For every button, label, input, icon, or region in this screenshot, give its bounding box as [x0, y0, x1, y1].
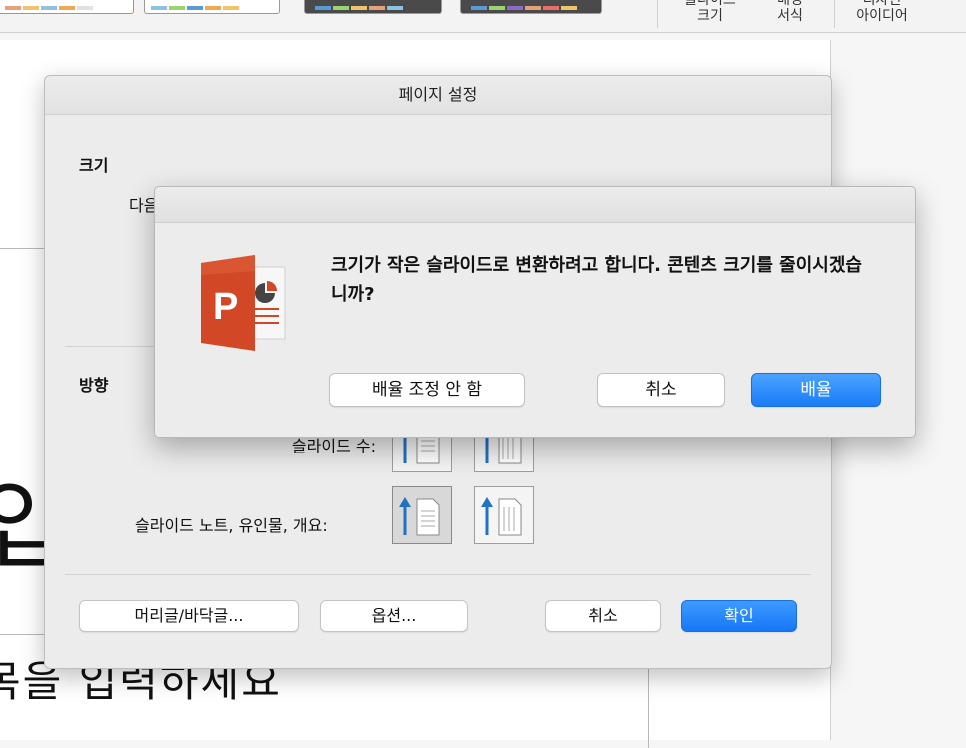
slide-size-label: 크기 — [697, 8, 723, 24]
notes-orientation-label: 슬라이드 노트, 유인물, 개요: — [135, 516, 328, 535]
theme-thumbnail[interactable] — [144, 0, 280, 14]
format-background-label-line1: 배경 — [777, 0, 803, 8]
landscape-orientation-icon — [481, 497, 522, 536]
format-background-label: 서식 — [777, 8, 803, 24]
size-heading: 크기 — [79, 156, 109, 175]
alert-titlebar — [155, 187, 915, 223]
notes-landscape-button[interactable] — [474, 486, 534, 544]
orientation-heading: 방향 — [79, 376, 109, 395]
format-background-button[interactable]: 배경 서식 — [762, 0, 818, 24]
ribbon: 슬라이드 크기 배경 서식 디자인 아이디어 — [0, 0, 966, 33]
ribbon-separator — [657, 0, 658, 28]
ribbon-separator — [834, 0, 835, 28]
header-footer-button[interactable]: 머리글/바닥글... — [79, 600, 299, 632]
design-ideas-button[interactable]: 디자인 아이디어 — [842, 0, 922, 24]
design-ideas-label-line1: 디자인 — [862, 0, 902, 8]
slide-size-label-line1: 슬라이드 — [684, 0, 736, 8]
portrait-orientation-icon — [399, 497, 440, 536]
design-ideas-label: 아이디어 — [856, 8, 908, 24]
alert-message: 크기가 작은 슬라이드로 변환하려고 합니다. 콘텐츠 크기를 줄이시겠습니까? — [331, 255, 862, 305]
theme-thumbnail[interactable] — [460, 0, 602, 14]
scale-content-alert: P 크기가 작은 슬라이드로 변환하려고 합니다. 콘텐츠 크기를 줄이시겠습니… — [154, 186, 916, 438]
options-button[interactable]: 옵션... — [320, 600, 468, 632]
alert-cancel-button[interactable]: 취소 — [597, 373, 725, 407]
page-setup-title: 페이지 설정 — [45, 76, 831, 115]
page-setup-ok-button[interactable]: 확인 — [681, 600, 797, 632]
powerpoint-app-icon: P — [199, 253, 299, 353]
slide-size-button[interactable]: 슬라이드 크기 — [678, 0, 742, 24]
scale-button[interactable]: 배율 — [751, 373, 881, 407]
notes-portrait-button[interactable] — [392, 486, 452, 544]
dont-scale-button[interactable]: 배율 조정 안 함 — [329, 373, 525, 407]
section-separator — [65, 574, 811, 575]
theme-thumbnail[interactable] — [0, 0, 134, 14]
page-setup-cancel-button[interactable]: 취소 — [545, 600, 661, 632]
theme-thumbnail[interactable] — [304, 0, 442, 14]
svg-text:P: P — [213, 286, 238, 328]
